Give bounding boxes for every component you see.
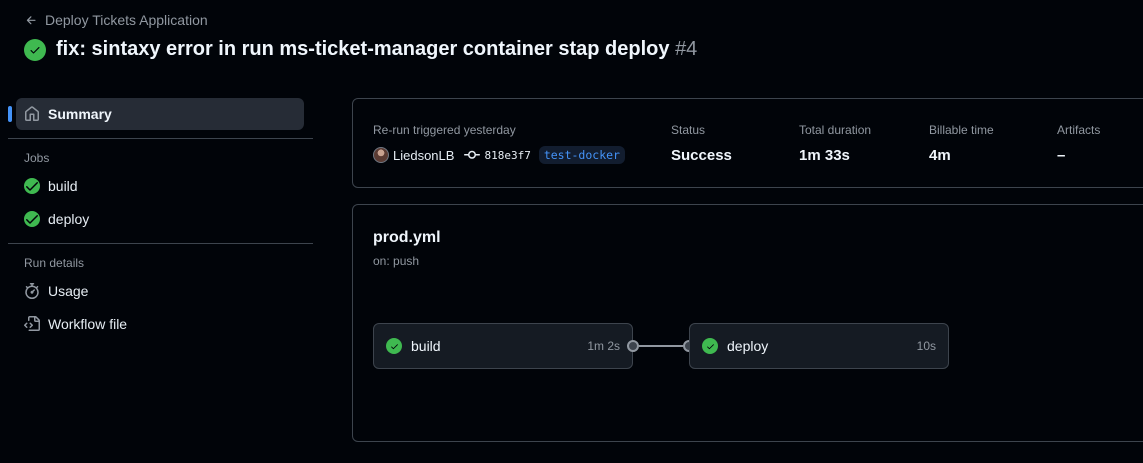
avatar[interactable] [373, 147, 389, 163]
artifacts-label: Artifacts [1057, 123, 1101, 137]
trigger-section: Re-run triggered yesterday LiedsonLB 818… [373, 123, 625, 164]
back-link[interactable]: Deploy Tickets Application [25, 12, 208, 28]
check-circle-icon [702, 338, 718, 354]
workflow-trigger: on: push [373, 254, 420, 268]
workflow-graph-card: prod.yml on: push build 1m 2s deploy 10s [352, 204, 1143, 442]
job-duration: 1m 2s [587, 339, 620, 353]
job-node-build[interactable]: build 1m 2s [373, 323, 633, 369]
jobs-heading: Jobs [24, 151, 50, 165]
status-section: Status Success [671, 123, 732, 164]
workflow-file-name[interactable]: prod.yml [373, 229, 441, 247]
job-name: build [411, 338, 441, 354]
trigger-label: Re-run triggered yesterday [373, 123, 516, 137]
status-value: Success [671, 147, 732, 164]
job-connector [639, 345, 683, 347]
file-code-icon [24, 315, 40, 331]
artifacts-value: – [1057, 147, 1066, 164]
job-duration: 10s [916, 339, 936, 353]
status-label: Status [671, 123, 706, 137]
home-icon [25, 106, 39, 121]
artifacts-section: Artifacts – [1057, 123, 1100, 164]
arrow-left-icon [26, 15, 36, 24]
sidebar-item-label: Workflow file [48, 315, 128, 332]
check-circle-icon [24, 210, 40, 227]
sidebar-item-label: deploy [48, 210, 90, 227]
run-title: fix: sintaxy error in run ms-ticket-mana… [56, 38, 670, 60]
sidebar-item-summary[interactable]: Summary [8, 98, 304, 130]
duration-section: Total duration 1m 33s [799, 123, 871, 164]
sidebar: Summary Jobs build deploy Run details Us… [8, 98, 313, 340]
billable-value[interactable]: 4m [929, 147, 994, 164]
sidebar-item-build[interactable]: build [8, 169, 313, 202]
stopwatch-icon [25, 282, 39, 299]
check-circle-icon [24, 177, 40, 194]
job-output-port [627, 340, 639, 352]
sidebar-item-workflow-file[interactable]: Workflow file [8, 307, 313, 340]
back-link-label: Deploy Tickets Application [45, 12, 208, 28]
sidebar-item-label: Usage [48, 282, 89, 299]
run-summary-card: Re-run triggered yesterday LiedsonLB 818… [352, 98, 1143, 188]
job-name: deploy [727, 338, 769, 354]
branch-badge[interactable]: test-docker [538, 146, 625, 164]
sidebar-item-deploy[interactable]: deploy [8, 202, 313, 235]
sidebar-item-usage[interactable]: Usage [8, 274, 313, 307]
sidebar-item-label: Summary [48, 106, 112, 122]
run-details-heading: Run details [24, 256, 85, 270]
billable-label: Billable time [929, 123, 994, 137]
check-circle-icon [24, 38, 46, 61]
billable-section: Billable time 4m [929, 123, 994, 164]
job-node-deploy[interactable]: deploy 10s [689, 323, 949, 369]
git-commit-icon [464, 150, 481, 159]
sidebar-item-label: build [48, 177, 78, 194]
duration-label: Total duration [799, 123, 872, 137]
commit-link[interactable]: 818e3f7 [484, 149, 530, 162]
check-circle-icon [386, 338, 402, 354]
run-number: #4 [675, 38, 698, 60]
page-title: fix: sintaxy error in run ms-ticket-mana… [24, 38, 697, 61]
duration-value: 1m 33s [799, 147, 850, 164]
actor-link[interactable]: LiedsonLB [393, 148, 454, 163]
